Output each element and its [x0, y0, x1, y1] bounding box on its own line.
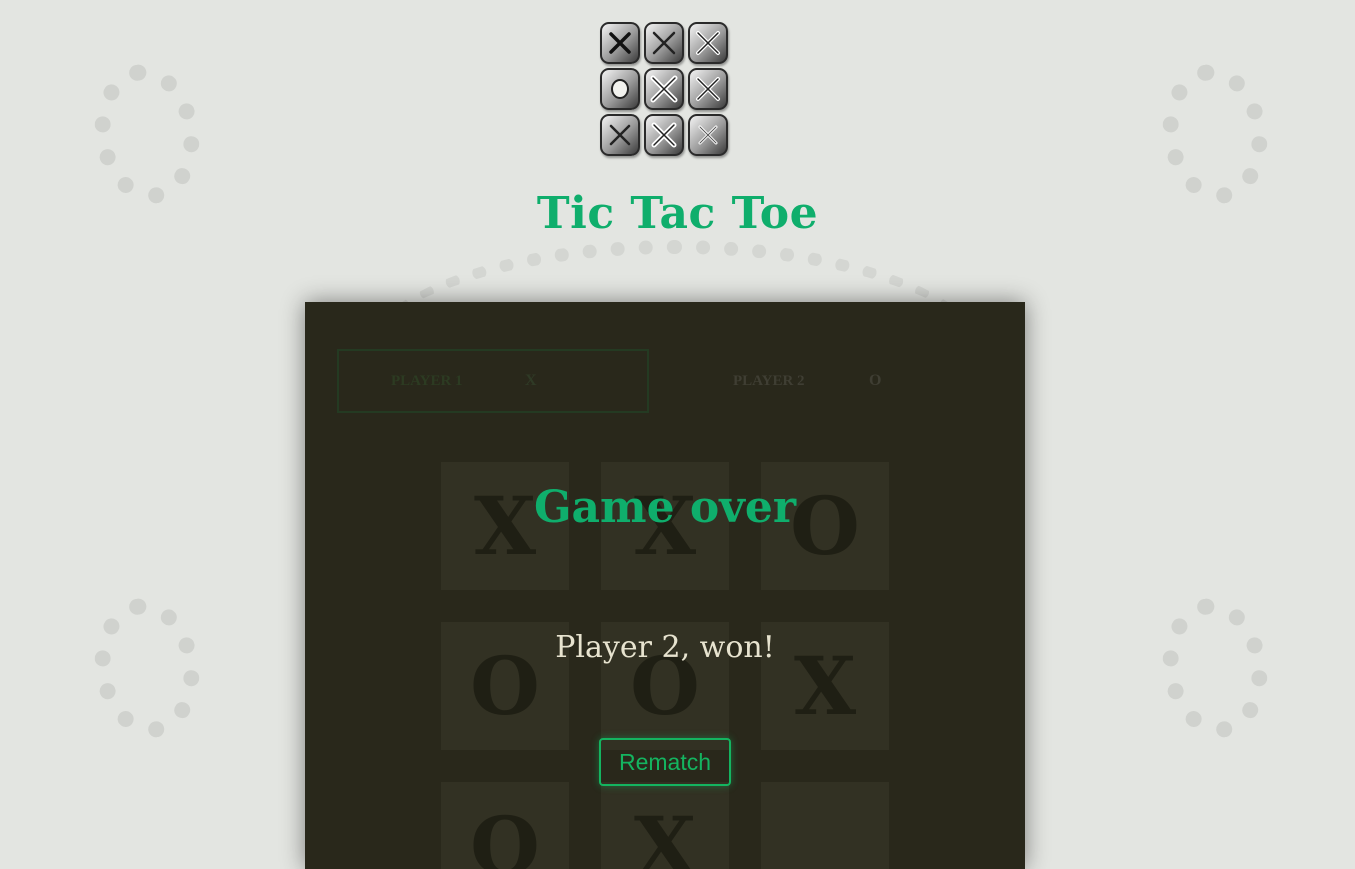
x-tile-icon — [688, 22, 728, 64]
x-tile-icon — [688, 68, 728, 110]
background-o-icon — [1153, 591, 1277, 745]
x-tile-icon — [644, 68, 684, 110]
x-tile-icon — [600, 22, 640, 64]
game-result-text: Player 2, won! — [555, 630, 775, 665]
game-over-title: Game over — [533, 482, 797, 533]
x-tile-icon — [600, 114, 640, 156]
game-over-overlay: Game over Player 2, won! Rematch — [305, 302, 1025, 869]
page-title: Tic Tac Toe — [536, 188, 819, 239]
x-tile-icon — [644, 22, 684, 64]
o-tile-icon — [600, 68, 640, 110]
x-tile-icon — [644, 114, 684, 156]
background-o-icon — [85, 591, 209, 745]
game-panel: PLAYER 1 X PLAYER 2 O X X O O O X O X Ga… — [305, 302, 1025, 869]
x-tile-icon — [688, 114, 728, 156]
game-logo — [600, 22, 730, 160]
rematch-button[interactable]: Rematch — [599, 738, 731, 786]
